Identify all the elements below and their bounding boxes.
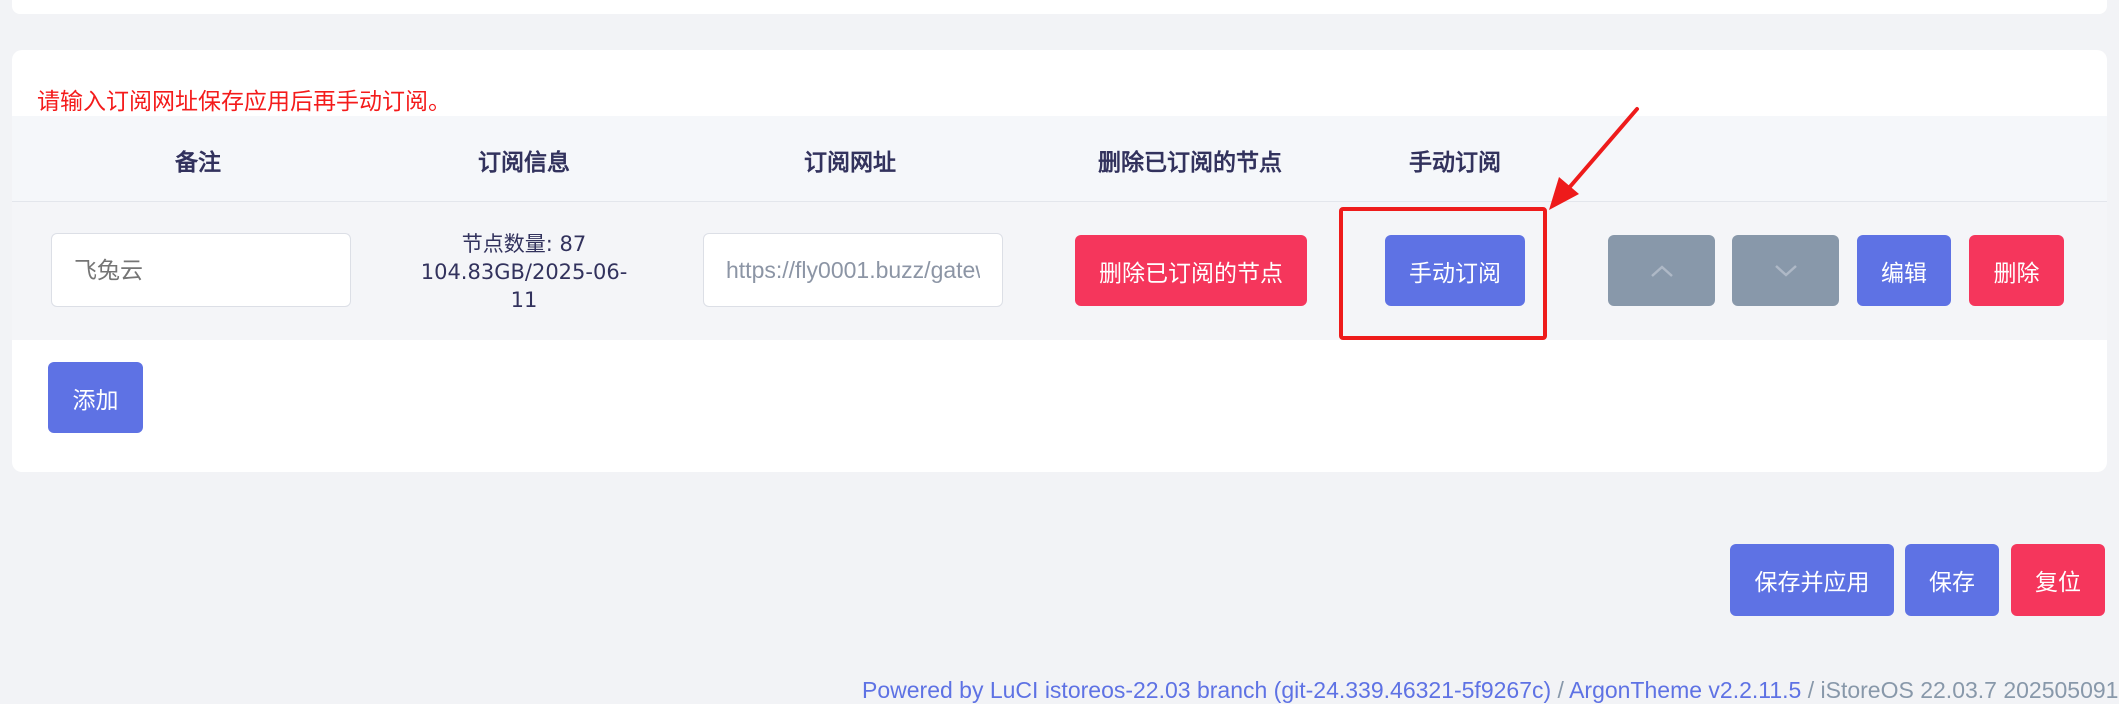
edit-button[interactable]: 编辑	[1857, 235, 1951, 306]
delete-button[interactable]: 删除	[1969, 235, 2064, 306]
delete-subscribed-nodes-button[interactable]: 删除已订阅的节点	[1075, 235, 1307, 306]
move-down-button[interactable]	[1732, 235, 1839, 306]
add-button[interactable]: 添加	[48, 362, 143, 433]
remark-input[interactable]	[51, 233, 351, 307]
header-info: 订阅信息	[478, 150, 570, 176]
notice-text: 请输入订阅网址保存应用后再手动订阅。	[37, 89, 451, 115]
annotation-highlight-box	[1339, 207, 1547, 340]
reset-button[interactable]: 复位	[2011, 544, 2105, 616]
chevron-down-icon	[1774, 264, 1797, 277]
header-url: 订阅网址	[804, 150, 896, 176]
footer-theme-link[interactable]: ArgonTheme v2.2.11.5	[1569, 677, 1801, 703]
traffic-expiry: 104.83GB/2025-06-	[420, 260, 628, 284]
footer-separator: /	[1801, 677, 1821, 703]
subscription-url-input[interactable]	[703, 233, 1003, 307]
footer-os-version: iStoreOS 22.03.7 2025050912	[1820, 677, 2119, 703]
header-remark: 备注	[175, 150, 221, 176]
save-button[interactable]: 保存	[1905, 544, 1999, 616]
header-manual: 手动订阅	[1409, 150, 1501, 176]
footer: Powered by LuCI istoreos-22.03 branch (g…	[862, 677, 2119, 704]
previous-section-card	[12, 0, 2107, 14]
subscription-info: 节点数量: 87 104.83GB/2025-06- 11	[404, 230, 644, 314]
chevron-up-icon	[1650, 264, 1673, 277]
footer-separator: /	[1551, 677, 1570, 703]
footer-luci-link[interactable]: Powered by LuCI istoreos-22.03 branch (g…	[862, 677, 1551, 703]
traffic-expiry-cont: 11	[510, 288, 538, 312]
table-header	[12, 116, 2107, 201]
header-delete-nodes: 删除已订阅的节点	[1098, 150, 1282, 176]
move-up-button[interactable]	[1608, 235, 1715, 306]
save-apply-button[interactable]: 保存并应用	[1730, 544, 1894, 616]
node-count: 节点数量: 87	[461, 232, 587, 256]
